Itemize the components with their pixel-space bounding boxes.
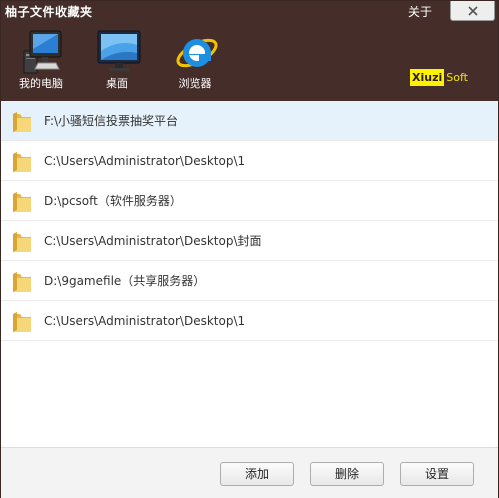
favorite-item[interactable]: D:\pcsoft（软件服务器） — [1, 181, 498, 221]
delete-button[interactable]: 删除 — [310, 462, 384, 486]
ie-browser-icon — [176, 38, 218, 68]
favorite-item[interactable]: F:\小骚短信投票抽奖平台 — [1, 101, 498, 141]
footer-bar: 添加 删除 设置 — [1, 447, 498, 498]
window-title: 柚子文件收藏夹 — [5, 5, 93, 19]
favorite-path: C:\Users\Administrator\Desktop\1 — [44, 154, 246, 168]
nav-desktop-label: 桌面 — [106, 77, 128, 90]
about-button[interactable]: 关于 — [397, 1, 443, 23]
favorite-path: C:\Users\Administrator\Desktop\封面 — [44, 234, 262, 248]
nav-browser-label: 浏览器 — [178, 77, 212, 90]
favorite-item[interactable]: C:\Users\Administrator\Desktop\1 — [1, 301, 498, 341]
brand-logo-part2: Soft — [446, 71, 468, 84]
brand-logo-part1: Xiuzi — [410, 69, 445, 86]
close-icon — [468, 6, 478, 16]
brand-logo: Xiuzi Soft — [410, 69, 468, 86]
app-window: 柚子文件收藏夹 关于 我的电脑 桌面 浏览器 Xiuzi Soft F:\小骚短… — [0, 0, 499, 498]
computer-icon — [23, 30, 62, 74]
folder-icon — [13, 112, 31, 132]
favorite-path: D:\pcsoft（软件服务器） — [44, 194, 182, 208]
folder-icon — [13, 192, 31, 212]
folder-icon — [13, 272, 31, 292]
desktop-icon — [97, 30, 141, 71]
nav-browser[interactable]: 浏览器 — [163, 27, 227, 95]
close-button[interactable] — [450, 1, 495, 21]
add-button[interactable]: 添加 — [220, 462, 294, 486]
favorite-path: F:\小骚短信投票抽奖平台 — [44, 114, 179, 128]
nav-desktop[interactable]: 桌面 — [85, 27, 149, 95]
nav-my-computer[interactable]: 我的电脑 — [9, 27, 73, 95]
folder-icon — [13, 152, 31, 172]
favorite-path: D:\9gamefile（共享服务器） — [44, 274, 206, 288]
favorite-item[interactable]: D:\9gamefile（共享服务器） — [1, 261, 498, 301]
header-bar: 柚子文件收藏夹 关于 我的电脑 桌面 浏览器 Xiuzi Soft — [1, 1, 498, 101]
folder-icon — [13, 312, 31, 332]
settings-button[interactable]: 设置 — [400, 462, 474, 486]
nav-my-computer-label: 我的电脑 — [19, 77, 63, 90]
favorite-item[interactable]: C:\Users\Administrator\Desktop\1 — [1, 141, 498, 181]
favorite-item[interactable]: C:\Users\Administrator\Desktop\封面 — [1, 221, 498, 261]
favorites-list: F:\小骚短信投票抽奖平台 C:\Users\Administrator\Des… — [1, 101, 498, 445]
favorite-path: C:\Users\Administrator\Desktop\1 — [44, 314, 246, 328]
folder-icon — [13, 232, 31, 252]
